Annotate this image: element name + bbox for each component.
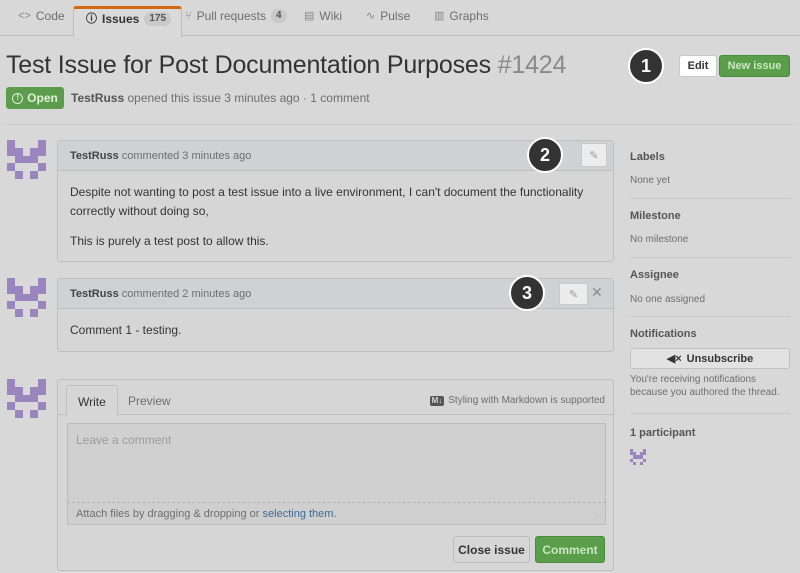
comment-body: Despite not wanting to post a test issue… <box>58 171 613 263</box>
milestone-value: No milestone <box>630 234 689 245</box>
callout-3: 3 <box>509 275 545 311</box>
issue-author[interactable]: TestRuss <box>71 91 124 105</box>
pull-request-icon: ⑂ <box>185 10 192 22</box>
participant-avatar[interactable] <box>630 449 646 465</box>
sidebar-notifications: Notifications <box>630 328 697 340</box>
attach-files-bar[interactable]: Attach files by dragging & dropping or s… <box>67 503 606 525</box>
attach-end: . <box>333 508 337 520</box>
comment-paragraph: This is purely a test post to allow this… <box>70 234 269 248</box>
tab-code-label: Code <box>35 9 65 23</box>
tab-pull-requests[interactable]: ⑂ Pull requests 4 <box>185 9 287 36</box>
attach-text: Attach files by dragging & dropping or <box>76 508 260 520</box>
unsubscribe-button[interactable]: ◀× Unsubscribe <box>630 348 790 369</box>
markdown-hint-text: Styling with Markdown is supported <box>448 395 605 406</box>
markdown-icon: M↓ <box>429 395 445 406</box>
pencil-icon[interactable]: ✎ <box>581 143 607 167</box>
tab-code[interactable]: <> Code <box>18 9 65 36</box>
issue-opened-icon: ! <box>12 92 24 104</box>
comment-button[interactable]: Comment <box>535 536 605 563</box>
sidebar-labels[interactable]: Labels None yet <box>630 151 670 186</box>
issues-counter: 175 <box>144 12 172 26</box>
issue-number: #1424 <box>497 51 567 79</box>
issue-meta: TestRuss opened this issue 3 minutes ago… <box>71 91 370 105</box>
tab-pulse[interactable]: ∿ Pulse <box>366 9 410 36</box>
sidebar-divider <box>630 257 790 258</box>
notification-reason: You're receiving notifications because y… <box>630 374 780 398</box>
assignee-heading: Assignee <box>630 269 679 281</box>
new-issue-button[interactable]: New issue <box>719 55 790 77</box>
sidebar-milestone[interactable]: Milestone No milestone <box>630 210 688 245</box>
sidebar-assignee[interactable]: Assignee No one assigned <box>630 269 705 305</box>
sidebar-divider <box>630 316 790 317</box>
labels-value: None yet <box>630 175 671 186</box>
notifications-heading: Notifications <box>630 328 697 340</box>
comment-body: Comment 1 - testing. <box>58 309 613 352</box>
graph-icon: ▥ <box>434 10 445 22</box>
avatar[interactable] <box>7 140 46 179</box>
tab-graphs-label: Graphs <box>449 9 489 23</box>
comment-author[interactable]: TestRuss <box>70 288 119 300</box>
labels-heading: Labels <box>630 151 665 163</box>
sidebar-divider <box>630 413 790 414</box>
sidebar-divider <box>630 198 790 199</box>
tab-preview[interactable]: Preview <box>117 385 182 415</box>
comment-textarea[interactable]: Leave a comment <box>67 423 606 503</box>
tab-write[interactable]: Write <box>66 385 118 416</box>
callout-2: 2 <box>527 137 563 173</box>
status-label: Open <box>27 91 58 105</box>
comment-timestamp: commented 3 minutes ago <box>121 150 252 162</box>
callout-1: 1 <box>628 48 664 84</box>
mute-icon: ◀× <box>666 353 682 365</box>
repo-nav-tabs: <> Code ⓘ Issues 175 ⑂ Pull requests 4 ▤… <box>0 0 800 37</box>
issue-title: Test Issue for Post Documentation Purpos… <box>6 51 566 80</box>
comment-paragraph: Despite not wanting to post a test issue… <box>70 185 584 218</box>
status-badge: ! Open <box>6 87 64 109</box>
resize-handle-icon[interactable]: ⋰ <box>594 512 602 521</box>
comment-composer: Write Preview M↓ Styling with Markdown i… <box>57 379 614 571</box>
pencil-icon[interactable]: ✎ <box>559 283 588 305</box>
issue-title-text: Test Issue for Post Documentation Purpos… <box>6 51 491 79</box>
select-files-link[interactable]: selecting them <box>263 508 334 520</box>
comment-timestamp: commented 2 minutes ago <box>121 288 252 300</box>
composer-tabs: Write Preview M↓ Styling with Markdown i… <box>58 380 613 416</box>
tab-issues[interactable]: ⓘ Issues 175 <box>73 6 183 37</box>
issue-icon: ⓘ <box>86 13 97 25</box>
avatar[interactable] <box>7 379 46 418</box>
code-icon: <> <box>18 10 31 22</box>
avatar[interactable] <box>7 278 46 317</box>
tab-graphs[interactable]: ▥ Graphs <box>434 9 489 36</box>
wiki-icon: ▤ <box>304 10 315 22</box>
unsubscribe-label: Unsubscribe <box>686 352 754 365</box>
issue-meta-text: opened this issue 3 minutes ago · 1 comm… <box>127 91 370 105</box>
markdown-hint[interactable]: M↓ Styling with Markdown is supported <box>429 395 605 406</box>
tab-wiki-label: Wiki <box>319 9 343 23</box>
close-issue-button[interactable]: Close issue <box>453 536 530 563</box>
edit-button[interactable]: Edit <box>679 55 717 77</box>
milestone-heading: Milestone <box>630 210 681 222</box>
participants-heading: 1 participant <box>630 427 696 439</box>
comment-author[interactable]: TestRuss <box>70 150 119 162</box>
tab-pull-requests-label: Pull requests <box>196 9 266 23</box>
tab-issues-label: Issues <box>102 12 140 26</box>
sidebar-participants: 1 participant <box>630 427 695 439</box>
assignee-value: No one assigned <box>630 294 706 305</box>
tab-pulse-label: Pulse <box>380 9 411 23</box>
close-icon[interactable]: ✕ <box>591 284 603 301</box>
pulse-icon: ∿ <box>366 10 376 22</box>
comment-paragraph: Comment 1 - testing. <box>70 323 182 337</box>
header-divider <box>6 124 794 125</box>
pull-requests-counter: 4 <box>270 9 287 23</box>
tab-wiki[interactable]: ▤ Wiki <box>304 9 342 36</box>
